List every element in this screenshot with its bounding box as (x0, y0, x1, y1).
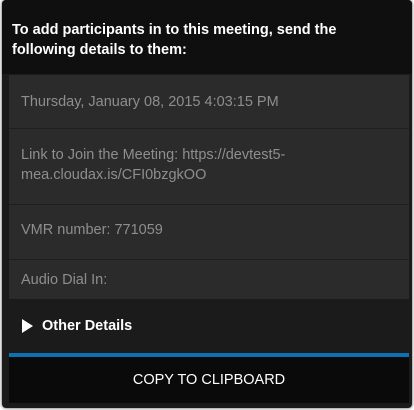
copy-to-clipboard-button[interactable]: COPY TO CLIPBOARD (9, 353, 409, 403)
meeting-details-list: Thursday, January 08, 2015 4:03:15 PM Li… (9, 75, 409, 299)
meeting-join-link: Link to Join the Meeting: https://devtes… (9, 129, 409, 205)
audio-dial-in: Audio Dial In: (21, 272, 108, 288)
vmr-number: VMR number: 771059 (9, 205, 409, 260)
other-details-label: Other Details (42, 318, 133, 334)
meeting-details-panel: To add participants in to this meeting, … (2, 0, 412, 408)
expand-triangle-icon (22, 319, 33, 333)
meeting-date: Thursday, January 08, 2015 4:03:15 PM (9, 75, 409, 129)
instructions-header: To add participants in to this meeting, … (2, 0, 412, 74)
other-details-toggle[interactable]: Other Details (9, 305, 409, 347)
